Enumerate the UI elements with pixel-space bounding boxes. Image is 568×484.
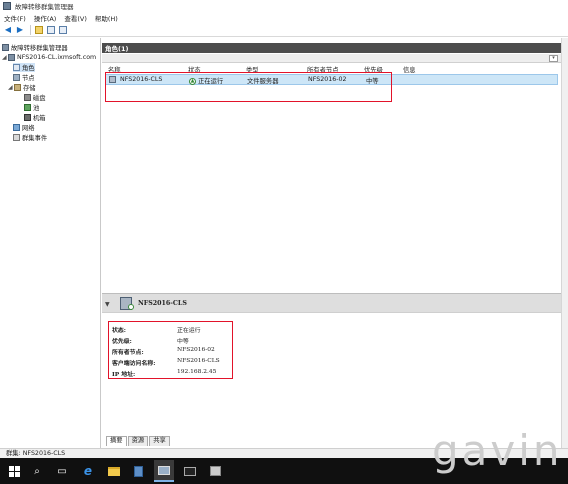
- tree-item-roles-label: 角色: [22, 65, 35, 72]
- collapse-chevron-icon[interactable]: ▼: [105, 301, 110, 308]
- watermark: gavin: [432, 426, 563, 475]
- actions-pane-edge: [561, 38, 568, 456]
- tree-item-networks-label: 网络: [22, 125, 35, 132]
- tree-item-pools-label: 池: [33, 105, 40, 112]
- title-bar: 故障转移群集管理器: [0, 0, 568, 12]
- cluster-manager-icon: [2, 44, 9, 51]
- tree-item-storage-label: 存储: [23, 85, 36, 92]
- app-icon[interactable]: [208, 464, 222, 478]
- tree-item-nodes-label: 节点: [22, 75, 35, 82]
- tree-cluster-label: NFS2016-CL.ixmsoft.com: [17, 54, 97, 61]
- search-icon[interactable]: ⌕: [30, 464, 44, 478]
- tree-root-label: 故障转移群集管理器: [11, 45, 68, 52]
- tab-resources[interactable]: 资源: [127, 436, 149, 446]
- search-strip: ▾: [102, 54, 561, 63]
- storage-icon: [14, 84, 21, 91]
- tree-item-enclosures[interactable]: 机箱: [24, 113, 46, 122]
- property-label: IP 地址:: [112, 371, 136, 378]
- disk-icon: [24, 94, 31, 101]
- network-icon: [13, 124, 20, 131]
- menu-bar: 文件(F) 操作(A) 查看(V) 帮助(H): [0, 12, 568, 23]
- help-icon[interactable]: [46, 25, 56, 35]
- detail-header: ▼ NFS2016-CLS: [102, 293, 561, 313]
- window-title: 故障转移群集管理器: [15, 3, 74, 11]
- tab-summary[interactable]: 摘要: [106, 436, 127, 446]
- col-info[interactable]: 信息: [403, 65, 416, 74]
- forward-arrow-icon[interactable]: ▶: [15, 25, 25, 35]
- menu-help[interactable]: 帮助(H): [95, 13, 118, 23]
- tree-item-disks-label: 磁盘: [33, 95, 46, 102]
- enclosure-icon: [24, 114, 31, 121]
- roles-pane: 角色(1) ▾ 名称 状态 类型 所有者节点 优先级 信息 NFS2016-CL…: [102, 38, 561, 456]
- back-arrow-icon[interactable]: ◀: [3, 25, 13, 35]
- tree-root[interactable]: 故障转移群集管理器: [2, 43, 68, 52]
- pool-icon: [24, 104, 31, 111]
- roles-header: 角色(1): [102, 43, 561, 53]
- running-icon: [128, 304, 134, 310]
- server-manager-icon[interactable]: [131, 464, 145, 478]
- property-value: NFS2016-02: [177, 347, 215, 353]
- tree-item-pools[interactable]: 池: [24, 103, 39, 112]
- highlight-box-role-row: [105, 72, 392, 102]
- tree-item-nodes[interactable]: 节点: [13, 73, 35, 82]
- properties-icon[interactable]: [58, 25, 68, 35]
- navigation-tree: 故障转移群集管理器 ◢ NFS2016-CL.ixmsoft.com 角色 节点…: [0, 38, 101, 456]
- cluster-manager-icon[interactable]: [154, 460, 174, 482]
- tree-cluster[interactable]: ◢ NFS2016-CL.ixmsoft.com: [2, 53, 96, 62]
- property-value: NFS2016-CLS: [177, 358, 220, 364]
- detail-tabs: 摘要 资源 共享: [106, 436, 171, 446]
- expand-search-icon[interactable]: ▾: [549, 55, 558, 62]
- cluster-manager-app-icon: [3, 2, 11, 10]
- toolbar-separator: [30, 24, 31, 35]
- task-view-icon[interactable]: ▭: [55, 464, 69, 478]
- detail-role-name: NFS2016-CLS: [138, 300, 187, 307]
- property-value: 中等: [177, 339, 189, 345]
- ie-icon[interactable]: e: [81, 464, 95, 478]
- explorer-icon[interactable]: [107, 464, 121, 478]
- tree-item-events[interactable]: 群集事件: [13, 133, 47, 142]
- cmd-icon[interactable]: [183, 464, 197, 478]
- properties-box: 状态: 正在运行 优先级: 中等 所有者节点: NFS2016-02 客户端访问…: [108, 321, 233, 379]
- property-label: 状态:: [112, 327, 126, 334]
- property-value: 192.168.2.45: [177, 369, 217, 375]
- property-label: 所有者节点:: [112, 349, 144, 356]
- property-label: 客户端访问名称:: [112, 360, 156, 367]
- tree-item-roles[interactable]: 角色: [13, 63, 35, 72]
- start-icon[interactable]: [7, 464, 21, 478]
- cluster-icon: [8, 54, 15, 61]
- property-label: 优先级:: [112, 338, 132, 345]
- tab-shares[interactable]: 共享: [149, 436, 170, 446]
- folder-up-icon[interactable]: [34, 25, 44, 35]
- toolbar: ◀ ▶: [0, 23, 568, 37]
- tree-item-events-label: 群集事件: [22, 135, 48, 142]
- nodes-icon: [13, 74, 20, 81]
- tree-item-disks[interactable]: 磁盘: [24, 93, 46, 102]
- menu-view[interactable]: 查看(V): [64, 13, 87, 23]
- property-value: 正在运行: [177, 328, 201, 334]
- events-icon: [13, 134, 20, 141]
- menu-action[interactable]: 操作(A): [34, 13, 57, 23]
- detail-pane: ▼ NFS2016-CLS 状态: 正在运行 优先级: 中等 所有者节点: NF…: [102, 293, 561, 434]
- tree-item-storage[interactable]: ◢ 存储: [8, 83, 36, 92]
- menu-file[interactable]: 文件(F): [4, 13, 26, 23]
- roles-icon: [13, 64, 20, 71]
- tree-item-networks[interactable]: 网络: [13, 123, 35, 132]
- tree-item-enclosures-label: 机箱: [33, 115, 46, 122]
